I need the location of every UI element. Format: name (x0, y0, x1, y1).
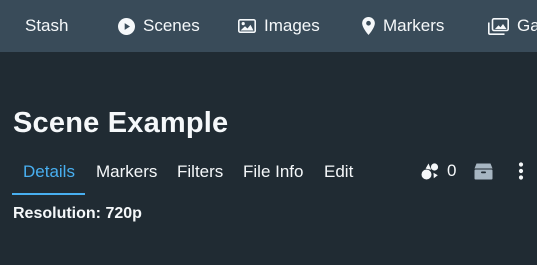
nav-item-galleries[interactable]: Ga (488, 0, 537, 52)
nav-item-label: Ga (517, 16, 537, 35)
nav-item-images[interactable]: Images (238, 0, 320, 52)
nav-item-label: Markers (383, 16, 445, 35)
tab-filters[interactable]: Filters (177, 156, 223, 196)
nav-item-scenes[interactable]: Scenes (118, 0, 200, 52)
nav-brand-link[interactable]: Stash (25, 0, 68, 52)
image-icon (238, 18, 256, 33)
nav-item-markers[interactable]: Markers (362, 0, 444, 52)
top-navbar: Stash Scenes Images Markers Ga (0, 0, 537, 52)
tab-edit[interactable]: Edit (324, 156, 353, 196)
o-counter-icon (421, 162, 439, 179)
tab-details[interactable]: Details (23, 156, 75, 196)
page-title: Scene Example (13, 107, 229, 139)
tab-markers[interactable]: Markers (96, 156, 157, 196)
box-icon (474, 163, 493, 179)
active-tab-indicator (12, 193, 85, 195)
nav-brand-label: Stash (25, 16, 69, 35)
nav-item-label: Scenes (143, 16, 200, 35)
images-icon (488, 17, 509, 35)
more-vertical-icon (518, 162, 524, 180)
more-options-button[interactable] (512, 158, 530, 184)
map-marker-icon (362, 17, 375, 35)
nav-item-label: Images (264, 16, 320, 35)
resolution-info: Resolution: 720p (13, 205, 142, 222)
organized-button[interactable] (474, 158, 493, 184)
tab-file-info[interactable]: File Info (243, 156, 303, 196)
play-circle-icon (118, 17, 135, 35)
o-counter-value: 0 (447, 161, 457, 180)
o-counter-button[interactable]: 0 (420, 158, 456, 184)
